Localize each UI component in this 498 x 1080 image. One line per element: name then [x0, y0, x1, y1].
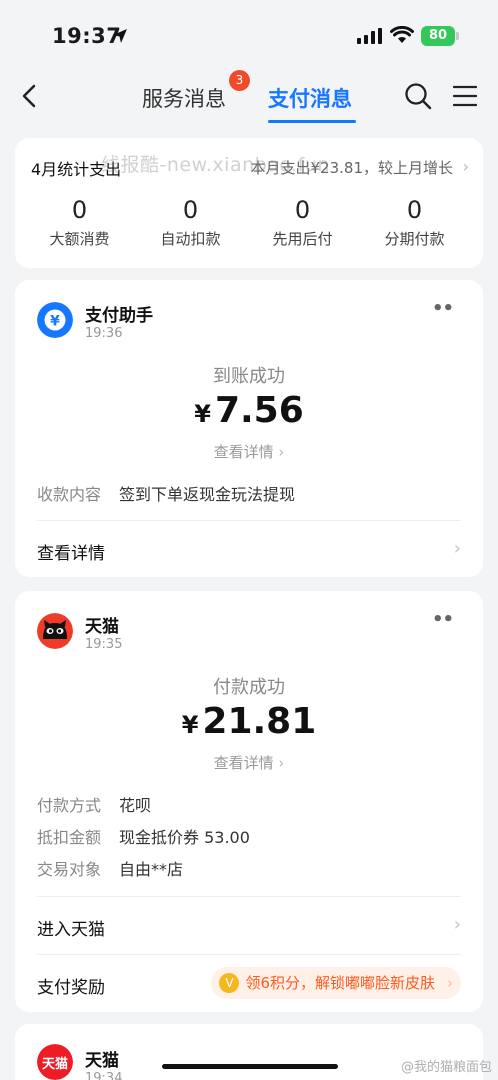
- stat-label: 自动扣款: [160, 230, 221, 248]
- row-label: 查看详情: [37, 544, 105, 564]
- tmall-logo-avatar-icon: 天猫: [37, 1044, 73, 1080]
- stat-installments[interactable]: 0 分期付款: [356, 194, 473, 249]
- tab-payment-messages[interactable]: 支付消息: [268, 83, 352, 113]
- stat-label: 大额消费: [49, 230, 110, 248]
- row-label: 支付奖励: [37, 978, 105, 998]
- chevron-right-icon: ›: [447, 974, 453, 992]
- battery-cap: [456, 32, 459, 40]
- view-details-link[interactable]: 查看详情 ›: [15, 752, 483, 773]
- sender-name: 支付助手: [85, 306, 153, 326]
- sender-name: 天猫: [85, 617, 119, 637]
- monthly-summary-card[interactable]: 4月统计支出 本月支出¥23.81，较上月增长 › 线报酷-new.xianba…: [15, 138, 483, 268]
- field-row: 收款内容 签到下单返现金玩法提现: [37, 481, 295, 505]
- top-nav: 服务消息 3 支付消息: [0, 70, 498, 128]
- field-value: 现金抵价券 53.00: [119, 828, 250, 847]
- unread-badge: 3: [229, 70, 250, 91]
- transaction-amount: ¥7.56: [15, 390, 483, 431]
- message-time: 19:34: [85, 1071, 123, 1080]
- active-tab-indicator: [268, 120, 356, 123]
- chevron-right-icon: ›: [278, 443, 285, 461]
- field-key: 交易对象: [37, 860, 102, 879]
- currency-symbol: ¥: [181, 711, 199, 739]
- chevron-right-icon: ›: [453, 914, 461, 935]
- points-coin-icon: V: [219, 973, 240, 993]
- payment-assistant-avatar-icon: ¥: [37, 302, 73, 338]
- amount-value: 7.56: [214, 390, 304, 431]
- home-indicator: [162, 1064, 338, 1069]
- field-value: 花呗: [119, 796, 152, 815]
- message-time: 19:35: [85, 637, 123, 652]
- message-card-payment-assistant: ¥ 支付助手 19:36 •• 到账成功 ¥7.56 查看详情 › 收款内容 签到…: [15, 280, 483, 577]
- stat-value: 0: [182, 196, 199, 224]
- svg-text:¥: ¥: [50, 314, 60, 330]
- cellular-signal-icon: [357, 28, 382, 44]
- field-row: 抵扣金额 现金抵价券 53.00: [37, 824, 250, 848]
- amount-value: 21.81: [202, 701, 317, 742]
- stat-value: 0: [406, 196, 423, 224]
- message-card-tmall: 天猫 19:35 •• 付款成功 ¥21.81 查看详情 › 付款方式 花呗 抵扣…: [15, 591, 483, 1012]
- stat-auto-debit[interactable]: 0 自动扣款: [132, 194, 249, 249]
- view-details-row[interactable]: 查看详情 ›: [37, 520, 461, 578]
- more-options-icon[interactable]: ••: [432, 609, 454, 630]
- chevron-right-icon: ›: [462, 157, 469, 176]
- field-key: 抵扣金额: [37, 828, 102, 847]
- link-label: 查看详情: [213, 443, 274, 461]
- promo-text: 领6积分，解锁嘟嘟脸新皮肤: [245, 974, 435, 992]
- link-label: 查看详情: [213, 754, 274, 772]
- stat-label: 先用后付: [272, 230, 333, 248]
- watermark: 线报酷-new.xianbao.fun: [101, 154, 330, 176]
- chevron-right-icon: ›: [453, 538, 461, 559]
- payment-reward-row[interactable]: 支付奖励 V 领6积分，解锁嘟嘟脸新皮肤 ›: [37, 954, 461, 1012]
- transaction-status: 付款成功: [213, 677, 285, 698]
- wifi-icon: [390, 26, 414, 43]
- stat-value: 0: [294, 196, 311, 224]
- message-time: 19:36: [85, 326, 123, 341]
- transaction-status: 到账成功: [213, 366, 285, 387]
- battery-indicator: 80: [421, 26, 455, 46]
- search-icon[interactable]: [404, 82, 432, 110]
- stat-label: 分期付款: [384, 230, 445, 248]
- row-label: 进入天猫: [37, 920, 105, 940]
- chevron-right-icon: ›: [278, 754, 285, 772]
- field-value: 自由**店: [119, 860, 184, 879]
- stat-buy-now-pay-later[interactable]: 0 先用后付: [244, 194, 361, 249]
- tab-label: 服务消息: [142, 87, 226, 111]
- avatar-logo-text: 天猫: [42, 1056, 68, 1072]
- currency-symbol: ¥: [194, 400, 211, 428]
- clock: 19:37: [52, 24, 122, 48]
- transaction-amount: ¥21.81: [15, 701, 483, 742]
- menu-icon[interactable]: [453, 85, 477, 107]
- more-options-icon[interactable]: ••: [432, 298, 454, 319]
- field-value: 签到下单返现金玩法提现: [119, 485, 296, 504]
- field-key: 收款内容: [37, 485, 102, 504]
- view-details-link[interactable]: 查看详情 ›: [15, 441, 483, 462]
- location-arrow-icon: [113, 29, 127, 43]
- field-row: 交易对象 自由**店: [37, 856, 183, 880]
- tab-label: 支付消息: [268, 87, 352, 111]
- sender-name: 天猫: [85, 1051, 119, 1071]
- stat-large-spend[interactable]: 0 大额消费: [21, 194, 138, 249]
- status-bar: 19:37 80: [0, 0, 498, 72]
- field-key: 付款方式: [37, 796, 102, 815]
- enter-tmall-row[interactable]: 进入天猫 ›: [37, 896, 461, 954]
- tmall-cat-avatar-icon: [37, 613, 73, 649]
- corner-watermark: @我的猫粮面包: [400, 1060, 492, 1075]
- field-row: 付款方式 花呗: [37, 792, 151, 816]
- reward-promo-pill[interactable]: V 领6积分，解锁嘟嘟脸新皮肤 ›: [211, 967, 461, 999]
- tab-service-messages[interactable]: 服务消息: [142, 83, 226, 113]
- stat-value: 0: [71, 196, 88, 224]
- back-arrow-icon[interactable]: [16, 82, 44, 110]
